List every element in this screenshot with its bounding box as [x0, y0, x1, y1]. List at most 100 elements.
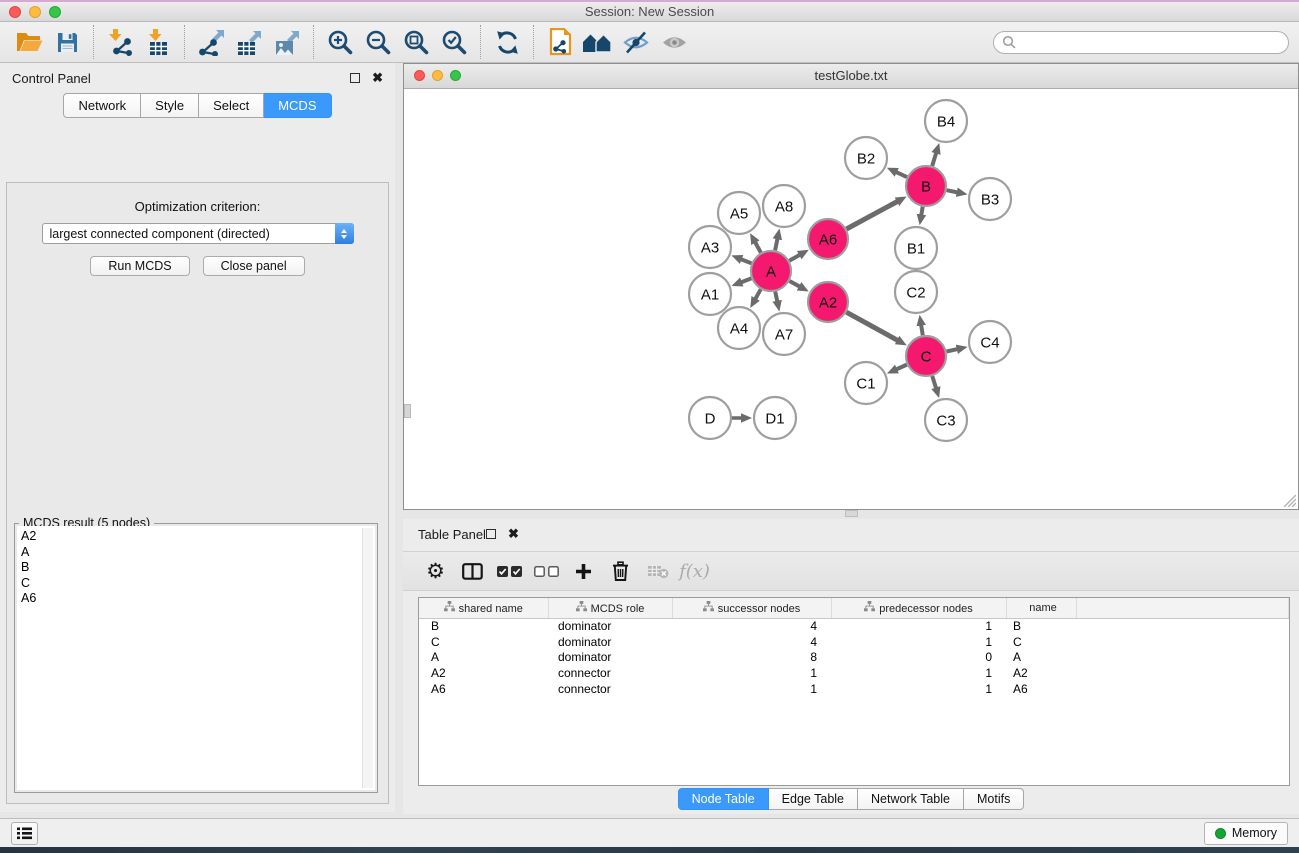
- show-task-history-button[interactable]: [11, 822, 38, 845]
- close-panel-icon[interactable]: ✖: [508, 529, 519, 539]
- select-all-columns-button[interactable]: [491, 554, 528, 588]
- table-settings-button[interactable]: ⚙: [417, 554, 454, 588]
- open-file-button[interactable]: [10, 24, 48, 60]
- import-table-button[interactable]: [139, 24, 177, 60]
- table-row[interactable]: A6connector11A6: [419, 681, 1289, 697]
- network-zoom-button[interactable]: [450, 70, 461, 81]
- graph-edge-A2-C[interactable]: [846, 312, 898, 341]
- tab-network-table[interactable]: Network Table: [858, 788, 964, 810]
- mcds-result-group: MCDS result (5 nodes) A2ABCA6: [14, 523, 378, 793]
- network-minimize-button[interactable]: [432, 70, 443, 81]
- graph-edge-C-C2[interactable]: [921, 324, 923, 336]
- deselect-all-columns-button[interactable]: [528, 554, 565, 588]
- tab-select[interactable]: Select: [199, 93, 264, 118]
- create-column-button[interactable]: [565, 554, 602, 588]
- table-row[interactable]: Adominator80A: [419, 649, 1289, 665]
- graph-edge-A-A1[interactable]: [740, 278, 751, 282]
- zoom-fit-button[interactable]: [397, 24, 435, 60]
- zoom-in-button[interactable]: [321, 24, 359, 60]
- network-canvas[interactable]: B4B2BB3A5A8A6A3B1AC2A1A2A4A7C4CC1C3DD1: [404, 89, 1298, 509]
- graph-edge-A-A8[interactable]: [775, 237, 778, 250]
- graph-edge-C-C1[interactable]: [895, 365, 907, 370]
- network-window-titlebar[interactable]: testGlobe.txt: [404, 64, 1298, 89]
- column-header-name[interactable]: name: [1006, 598, 1076, 618]
- close-window-button[interactable]: [9, 6, 21, 18]
- column-header-successor-nodes[interactable]: successor nodes: [672, 598, 831, 618]
- graph-edge-B-B3[interactable]: [947, 190, 959, 192]
- graph-edge-A-A2[interactable]: [789, 281, 800, 287]
- graph-edge-B-B4[interactable]: [932, 152, 936, 166]
- tab-motifs[interactable]: Motifs: [964, 788, 1024, 810]
- minimize-window-button[interactable]: [29, 6, 41, 18]
- search-box[interactable]: [993, 31, 1289, 54]
- show-details-button[interactable]: [655, 24, 693, 60]
- hide-details-button[interactable]: [617, 24, 655, 60]
- result-item[interactable]: A2: [17, 529, 375, 545]
- float-panel-icon[interactable]: [486, 529, 496, 539]
- splitter-handle[interactable]: [845, 510, 858, 517]
- show-columns-button[interactable]: [454, 554, 491, 588]
- result-scrollbar[interactable]: [362, 528, 373, 788]
- graph-edge-A-A7[interactable]: [775, 292, 777, 303]
- graph-node-label: B2: [857, 150, 875, 167]
- result-item[interactable]: A6: [17, 591, 375, 607]
- tab-mcds[interactable]: MCDS: [264, 93, 331, 118]
- graph-edge-B-B2[interactable]: [895, 172, 907, 178]
- table-row[interactable]: Cdominator41C: [419, 634, 1289, 650]
- tab-network[interactable]: Network: [63, 93, 141, 118]
- criterion-select[interactable]: largest connected component (directed): [42, 223, 354, 244]
- memory-button[interactable]: Memory: [1204, 822, 1288, 845]
- close-panel-icon[interactable]: ✖: [372, 73, 383, 83]
- delete-column-button[interactable]: [602, 554, 639, 588]
- close-panel-button[interactable]: Close panel: [203, 256, 305, 276]
- column-type-icon: [576, 601, 587, 612]
- export-image-button[interactable]: [268, 24, 306, 60]
- run-mcds-button[interactable]: Run MCDS: [90, 256, 189, 276]
- zoom-in-icon: [327, 29, 354, 56]
- zoom-selected-button[interactable]: [435, 24, 473, 60]
- tab-edge-table[interactable]: Edge Table: [769, 788, 858, 810]
- table-row[interactable]: Bdominator41B: [419, 618, 1289, 634]
- graph-edge-A-A3[interactable]: [740, 259, 752, 264]
- column-header-predecessor-nodes[interactable]: predecessor nodes: [831, 598, 1006, 618]
- app-title: Session: New Session: [0, 2, 1299, 22]
- unchecked-checkboxes-icon: [534, 566, 559, 577]
- result-item[interactable]: C: [17, 576, 375, 592]
- tab-node-table[interactable]: Node Table: [678, 788, 769, 810]
- graph-edge-A6-B[interactable]: [846, 201, 898, 229]
- tab-style[interactable]: Style: [141, 93, 199, 118]
- graph-edge-C-C4[interactable]: [947, 349, 959, 352]
- first-neighbors-button[interactable]: [579, 24, 617, 60]
- graph-edge-B-B1[interactable]: [921, 207, 923, 217]
- table-row[interactable]: A2connector11A2: [419, 665, 1289, 681]
- result-item[interactable]: B: [17, 560, 375, 576]
- float-panel-icon[interactable]: [350, 73, 360, 83]
- delete-table-icon: [647, 563, 669, 579]
- graph-edge-A-A4[interactable]: [755, 289, 761, 300]
- import-network-button[interactable]: [101, 24, 139, 60]
- splitter-handle[interactable]: [404, 404, 411, 418]
- table-body: Bdominator41BCdominator41CAdominator80AA…: [419, 618, 1289, 696]
- network-graph[interactable]: B4B2BB3A5A8A6A3B1AC2A1A2A4A7C4CC1C3DD1: [404, 89, 1298, 509]
- export-network-button[interactable]: [192, 24, 230, 60]
- refresh-button[interactable]: [488, 24, 526, 60]
- graph-edge-A-A5[interactable]: [754, 241, 760, 253]
- graph-edge-C-C3[interactable]: [932, 376, 936, 389]
- resize-grip-icon[interactable]: [1283, 494, 1296, 507]
- criterion-value: largest connected component (directed): [43, 227, 335, 241]
- mcds-result-list: A2ABCA6: [17, 526, 375, 607]
- save-session-button[interactable]: [48, 24, 86, 60]
- optimization-criterion-label: Optimization criterion:: [7, 199, 388, 214]
- graph-edge-A-A6[interactable]: [789, 254, 801, 261]
- zoom-out-button[interactable]: [359, 24, 397, 60]
- column-header-shared-name[interactable]: shared name: [419, 598, 548, 618]
- graph-node-label: B3: [981, 191, 999, 208]
- result-item[interactable]: A: [17, 545, 375, 561]
- network-close-button[interactable]: [414, 70, 425, 81]
- open-folder-icon: [16, 31, 43, 53]
- zoom-window-button[interactable]: [49, 6, 61, 18]
- network-from-selection-button[interactable]: [541, 24, 579, 60]
- column-header-MCDS-role[interactable]: MCDS role: [548, 598, 672, 618]
- search-input[interactable]: [1021, 35, 1280, 49]
- export-table-button[interactable]: [230, 24, 268, 60]
